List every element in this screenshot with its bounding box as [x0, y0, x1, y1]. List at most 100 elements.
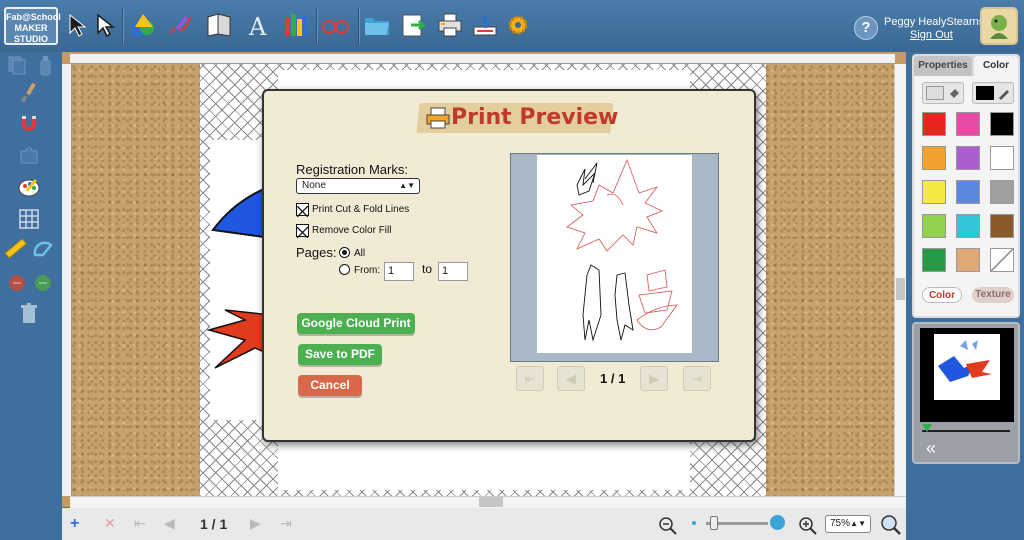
delete-page-button[interactable]: ✕	[104, 515, 116, 532]
stroke-color-well[interactable]	[972, 82, 1014, 104]
text-icon[interactable]: A	[243, 10, 273, 40]
copy-icon[interactable]	[4, 52, 30, 78]
next-page-button[interactable]: ▶	[250, 515, 261, 532]
left-ruler	[62, 64, 72, 496]
color-swatch[interactable]	[990, 248, 1014, 272]
horizontal-scroll-thumb[interactable]	[479, 497, 503, 507]
color-swatch[interactable]	[956, 112, 980, 136]
zoom-fit-icon[interactable]	[878, 512, 904, 538]
page-thumbnail[interactable]	[920, 328, 1014, 422]
thumbnail-marker	[922, 424, 932, 432]
undo-icon[interactable]	[4, 270, 30, 296]
color-swatch[interactable]	[922, 214, 946, 238]
color-swatch[interactable]	[990, 180, 1014, 204]
puzzle-icon[interactable]	[16, 142, 42, 168]
add-page-button[interactable]: +	[70, 515, 79, 533]
remove-color-fill-checkbox[interactable]	[296, 224, 309, 239]
print-cut-fold-label: Print Cut & Fold Lines	[312, 204, 410, 215]
vertical-scroll-thumb[interactable]	[896, 278, 905, 300]
to-page-input[interactable]: 1	[438, 262, 468, 281]
from-page-input[interactable]: 1	[384, 262, 414, 281]
color-swatch[interactable]	[922, 180, 946, 204]
color-swatch[interactable]	[990, 112, 1014, 136]
save-export-icon[interactable]	[398, 10, 428, 40]
color-swatch[interactable]	[990, 214, 1014, 238]
thumbnail-scrollbar	[922, 430, 1010, 432]
cutter-machine-icon[interactable]	[470, 10, 500, 40]
zoom-min-dot	[692, 521, 696, 525]
color-swatch[interactable]	[956, 214, 980, 238]
cancel-button[interactable]: Cancel	[298, 375, 362, 396]
zoom-out-icon[interactable]	[655, 513, 681, 539]
preview-page-indicator: 1 / 1	[600, 371, 626, 386]
preview-next-page-button[interactable]: ▶	[640, 366, 668, 391]
page-indicator: 1 / 1	[200, 516, 228, 532]
print-cut-fold-checkbox[interactable]	[296, 203, 309, 218]
preview-last-page-button[interactable]: ⇥	[683, 366, 711, 391]
top-ruler	[70, 54, 895, 64]
zoom-max-dot	[770, 515, 785, 530]
color-swatch[interactable]	[956, 248, 980, 272]
top-toolbar: Fab@School MAKER STUDIO A ? Peggy HealyS…	[0, 0, 1024, 52]
preview-first-page-button[interactable]: ⇤	[516, 366, 544, 391]
glasses-view-icon[interactable]	[320, 10, 350, 40]
print-icon[interactable]	[435, 10, 465, 40]
google-cloud-print-button[interactable]: Google Cloud Print	[297, 313, 415, 334]
preview-artwork	[566, 158, 678, 342]
color-swatch[interactable]	[956, 180, 980, 204]
magnet-icon[interactable]	[16, 110, 42, 136]
paint-brush-icon[interactable]	[16, 80, 42, 106]
paste-glue-icon[interactable]	[32, 52, 58, 78]
pages-all-label: All	[354, 248, 366, 259]
first-page-button[interactable]: ⇤	[134, 515, 146, 532]
collapse-panel-button[interactable]: «	[926, 438, 936, 459]
pages-from-label: From:	[354, 265, 381, 276]
select-arrow-icon[interactable]	[62, 10, 92, 40]
dialog-title: Print Preview	[451, 105, 619, 130]
prev-page-button[interactable]: ◀	[164, 515, 175, 532]
zoom-select[interactable]: 75% ▲▼	[825, 515, 871, 533]
fill-color-well[interactable]	[922, 82, 964, 104]
shapes-icon[interactable]	[128, 10, 158, 40]
color-swatch[interactable]	[956, 146, 980, 170]
to-label: to	[422, 262, 433, 276]
redo-icon[interactable]	[30, 270, 56, 296]
protractor-icon[interactable]	[30, 236, 56, 262]
print-icon-title	[426, 107, 450, 129]
tab-properties[interactable]: Properties	[914, 56, 972, 76]
color-swatch[interactable]	[990, 146, 1014, 170]
save-to-pdf-button[interactable]: Save to PDF	[298, 344, 382, 365]
zoom-slider-thumb[interactable]	[710, 516, 718, 530]
trash-icon[interactable]	[16, 300, 42, 326]
grid-icon[interactable]	[16, 206, 42, 232]
tab-color[interactable]: Color	[974, 56, 1018, 76]
texture-mode-button[interactable]: Texture	[972, 287, 1014, 303]
registration-marks-select[interactable]: None ▲▼	[296, 178, 420, 194]
pages-label: Pages:	[296, 245, 337, 260]
palette-icon[interactable]	[16, 174, 42, 200]
help-button[interactable]: ?	[854, 16, 878, 40]
user-avatar[interactable]	[980, 7, 1018, 45]
fill-bucket-icon	[950, 89, 959, 98]
folder-open-icon[interactable]	[362, 10, 392, 40]
registration-marks-label: Registration Marks:	[296, 162, 408, 177]
pen-icon	[999, 90, 1009, 100]
pencil-icon[interactable]	[165, 10, 195, 40]
settings-gear-icon[interactable]	[503, 10, 533, 40]
color-swatch[interactable]	[922, 112, 946, 136]
node-select-arrow-icon[interactable]	[90, 10, 120, 40]
ruler-icon[interactable]	[2, 236, 28, 262]
pages-from-radio[interactable]	[339, 264, 350, 275]
fold-paper-icon[interactable]	[204, 10, 234, 40]
color-mode-button[interactable]: Color	[922, 287, 962, 303]
sign-out-link[interactable]: Sign Out	[910, 29, 953, 41]
color-swatch[interactable]	[922, 146, 946, 170]
zoom-in-icon[interactable]	[795, 513, 821, 539]
pages-all-radio[interactable]	[339, 247, 350, 258]
last-page-button[interactable]: ⇥	[280, 515, 292, 532]
library-books-icon[interactable]	[281, 10, 311, 40]
remove-color-fill-label: Remove Color Fill	[312, 225, 392, 236]
preview-prev-page-button[interactable]: ◀	[557, 366, 585, 391]
app-logo: Fab@School MAKER STUDIO	[4, 7, 61, 45]
color-swatch[interactable]	[922, 248, 946, 272]
